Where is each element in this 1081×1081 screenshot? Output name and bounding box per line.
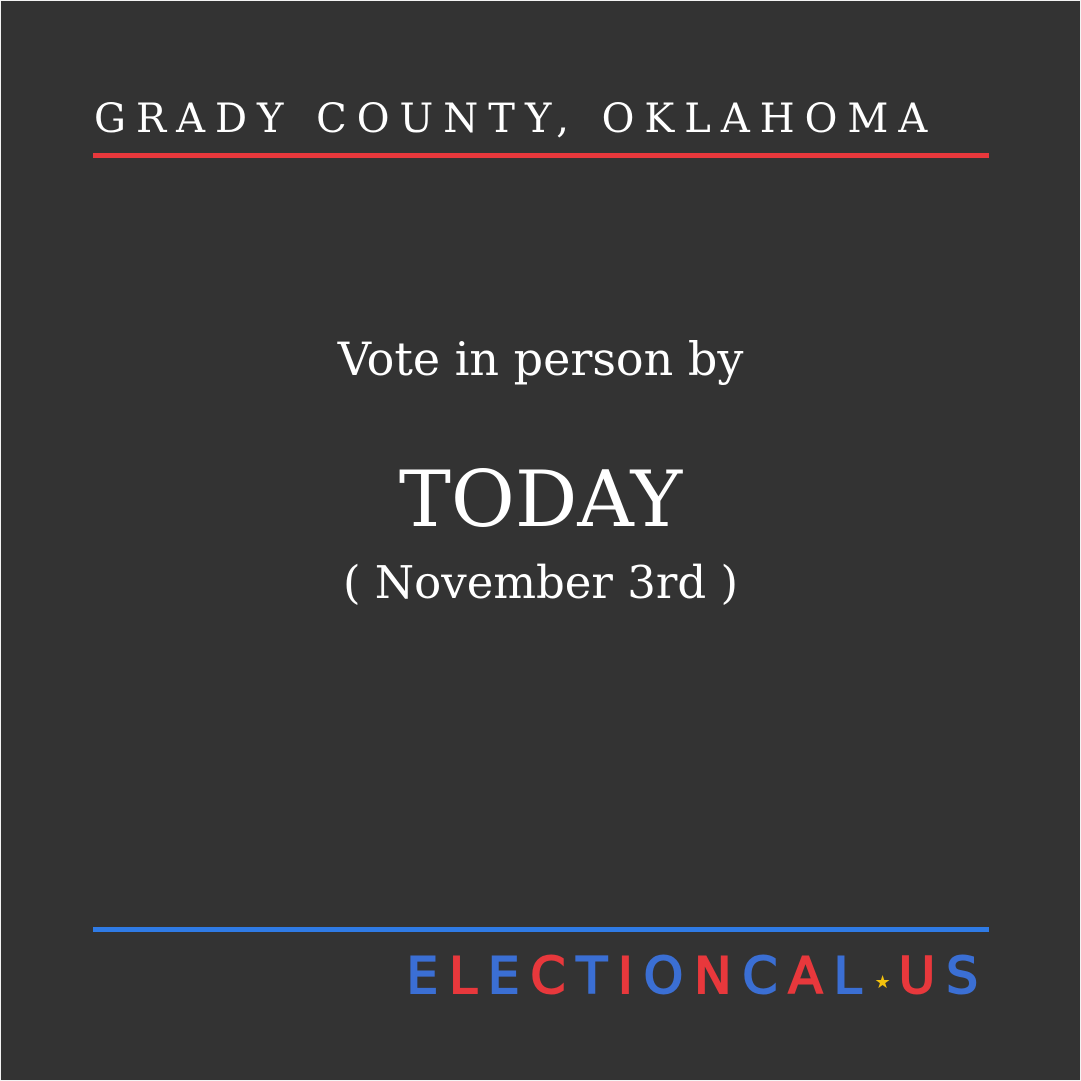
logo-letter: S	[945, 946, 989, 1006]
logo-letter: E	[405, 946, 450, 1006]
logo-letter: N	[693, 946, 743, 1006]
logo-letter: C	[530, 946, 577, 1006]
top-divider	[93, 153, 989, 158]
logo-letter: C	[742, 946, 789, 1006]
star-icon: ★	[874, 972, 891, 993]
logo-letter: I	[617, 946, 644, 1006]
county-title: GRADY COUNTY, OKLAHOMA	[94, 96, 938, 142]
headline: TODAY	[398, 455, 683, 545]
logo-letter: A	[787, 946, 834, 1006]
logo-letter: L	[833, 946, 873, 1006]
card: GRADY COUNTY, OKLAHOMA Vote in person by…	[1, 1, 1080, 1080]
logo-letter: T	[575, 946, 618, 1006]
lead-text: Vote in person by	[337, 332, 744, 386]
electioncal-logo: E L E C T I O N C A L ★ U S	[405, 946, 989, 1006]
bottom-divider	[93, 927, 989, 932]
logo-letter: L	[448, 946, 488, 1006]
logo-letter: U	[898, 946, 947, 1006]
date-text: ( November 3rd )	[342, 556, 739, 609]
logo-letter: O	[643, 946, 695, 1006]
logo-letter: E	[487, 946, 531, 1006]
